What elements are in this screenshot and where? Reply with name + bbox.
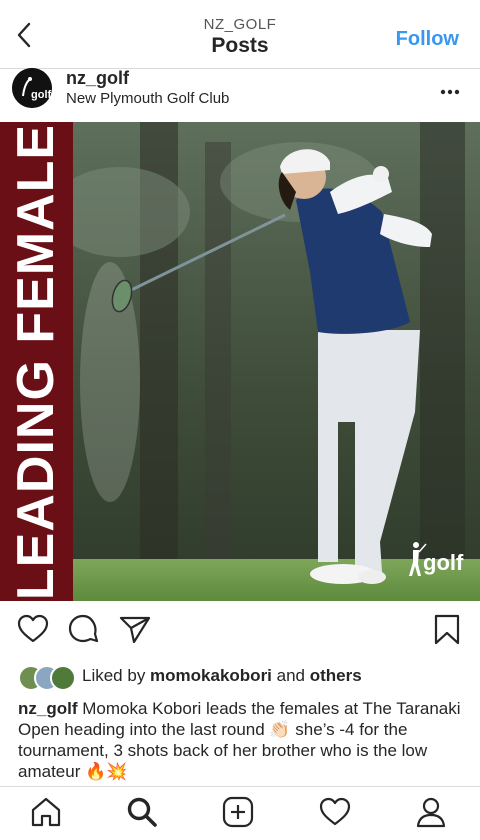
top-nav-bar: NZ_GOLF Posts Follow — [0, 0, 480, 69]
add-post-icon — [222, 796, 254, 828]
activity-heart-icon — [319, 797, 351, 826]
bookmark-icon — [434, 614, 460, 645]
svg-text:golf: golf — [31, 89, 51, 101]
more-options-button[interactable] — [440, 78, 460, 101]
likes-row[interactable]: Liked by momokakobori and others — [18, 665, 478, 691]
tab-profile[interactable] — [414, 795, 448, 829]
bottom-tab-bar — [0, 786, 480, 840]
tab-activity[interactable] — [318, 795, 352, 829]
share-button[interactable] — [118, 612, 152, 646]
caption-text: Momoka Kobori leads the females at The T… — [18, 699, 461, 781]
send-icon — [119, 616, 151, 644]
likes-others[interactable]: others — [310, 666, 362, 685]
tab-home[interactable] — [29, 795, 63, 829]
likes-middle: and — [271, 666, 310, 685]
liker-username[interactable]: momokakobori — [150, 666, 272, 685]
likes-prefix: Liked by — [82, 666, 151, 685]
post-location[interactable]: New Plymouth Golf Club — [66, 90, 229, 107]
post-caption: nz_golf Momoka Kobori leads the females … — [18, 698, 470, 782]
profile-icon — [416, 797, 446, 828]
avatar[interactable]: golf — [12, 68, 52, 108]
comment-button[interactable] — [67, 612, 101, 646]
post-username[interactable]: nz_golf — [66, 68, 129, 89]
image-side-banner: LEADING FEMALE — [0, 122, 73, 601]
heart-icon — [17, 614, 49, 643]
image-logo-text: golf — [423, 550, 464, 575]
more-horizontal-icon — [440, 89, 460, 95]
image-banner-text: LEADING FEMALE — [7, 123, 65, 601]
search-icon — [127, 797, 157, 827]
home-icon — [31, 797, 61, 827]
tab-new-post[interactable] — [221, 795, 255, 829]
post-image[interactable]: LEADING FEMALE golf — [0, 122, 480, 601]
follow-button[interactable]: Follow — [396, 28, 459, 51]
image-logo: golf — [405, 540, 469, 582]
save-button[interactable] — [430, 612, 464, 646]
liker-avatar — [50, 665, 76, 691]
post-actions — [0, 612, 480, 656]
comment-icon — [68, 614, 99, 643]
tab-search[interactable] — [125, 795, 159, 829]
likes-text: Liked by momokakobori and others — [82, 666, 362, 686]
post-header: golf nz_golf New Plymouth Golf Club — [0, 68, 480, 122]
caption-username[interactable]: nz_golf — [18, 699, 78, 718]
nz-golf-logo-icon: golf — [12, 68, 52, 108]
like-button[interactable] — [16, 612, 50, 646]
